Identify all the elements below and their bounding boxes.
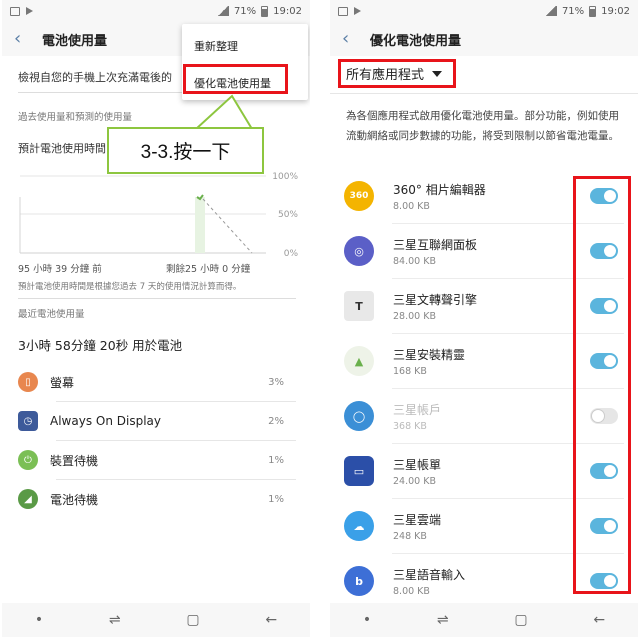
app-name: 360° 相片編輯器: [393, 182, 486, 197]
app-size: 248 KB: [393, 530, 427, 542]
navigation-bar: • ⇌ ▢ ←: [330, 603, 638, 637]
highlight-box-toggles: [573, 176, 631, 594]
app-name: 三星安裝精靈: [393, 347, 466, 362]
photo-editor-icon: 360: [344, 181, 374, 211]
app-bar: ‹ 優化電池使用量: [330, 22, 638, 56]
app-name: 三星帳單: [393, 457, 442, 472]
home-dot-icon[interactable]: •: [363, 612, 371, 628]
app-size: 28.00 KB: [393, 310, 436, 322]
optimize-battery-body: 所有應用程式 為各個應用程式啟用優化電池使用量。部分功能，例如使用流動網絡或同步…: [330, 56, 638, 603]
recent-apps-icon[interactable]: ⇌: [437, 612, 449, 628]
app-size: 368 KB: [393, 420, 427, 432]
optimize-battery-screen: 71% 19:02 ‹ 優化電池使用量 所有應用程式 為各個應用程式啟用優化電池…: [330, 0, 638, 637]
internet-icon: ◎: [344, 236, 374, 266]
android-icon: ▲: [344, 346, 374, 376]
page-title: 優化電池使用量: [370, 33, 462, 49]
text-to-speech-icon: T: [344, 291, 374, 321]
status-bar: 71% 19:02: [330, 0, 638, 22]
app-size: 8.00 KB: [393, 585, 430, 597]
account-icon: ◯: [344, 401, 374, 431]
clock: 19:02: [601, 5, 630, 17]
app-name: 三星語音輸入: [393, 567, 466, 582]
home-icon[interactable]: ▢: [514, 612, 527, 628]
divider: [330, 93, 638, 94]
back-icon[interactable]: ←: [593, 612, 605, 628]
app-name: 三星雲端: [393, 512, 442, 527]
app-size: 8.00 KB: [393, 200, 430, 212]
app-name: 三星文轉聲引擎: [393, 292, 478, 307]
description-text: 為各個應用程式啟用優化電池使用量。部分功能，例如使用流動網絡或同步數據的功能，將…: [346, 110, 619, 142]
app-size: 168 KB: [393, 365, 427, 377]
gallery-icon: [338, 6, 348, 16]
app-name: 三星帳戶: [393, 402, 442, 417]
battery-icon: [589, 5, 597, 17]
bixby-icon: b: [344, 566, 374, 596]
signal-icon: [544, 6, 557, 16]
back-arrow-icon[interactable]: ‹: [342, 30, 366, 48]
app-name: 三星互聯網面板: [393, 237, 478, 252]
callout-arrow: [193, 94, 254, 130]
highlight-box-filter: [338, 59, 456, 88]
billing-icon: ▭: [344, 456, 374, 486]
battery-percent: 71%: [561, 5, 585, 17]
app-size: 84.00 KB: [393, 255, 436, 267]
app-size: 24.00 KB: [393, 475, 436, 487]
instruction-callout: 3-3.按一下: [107, 127, 264, 174]
cloud-icon: ☁: [344, 511, 374, 541]
play-icon: [354, 7, 361, 15]
